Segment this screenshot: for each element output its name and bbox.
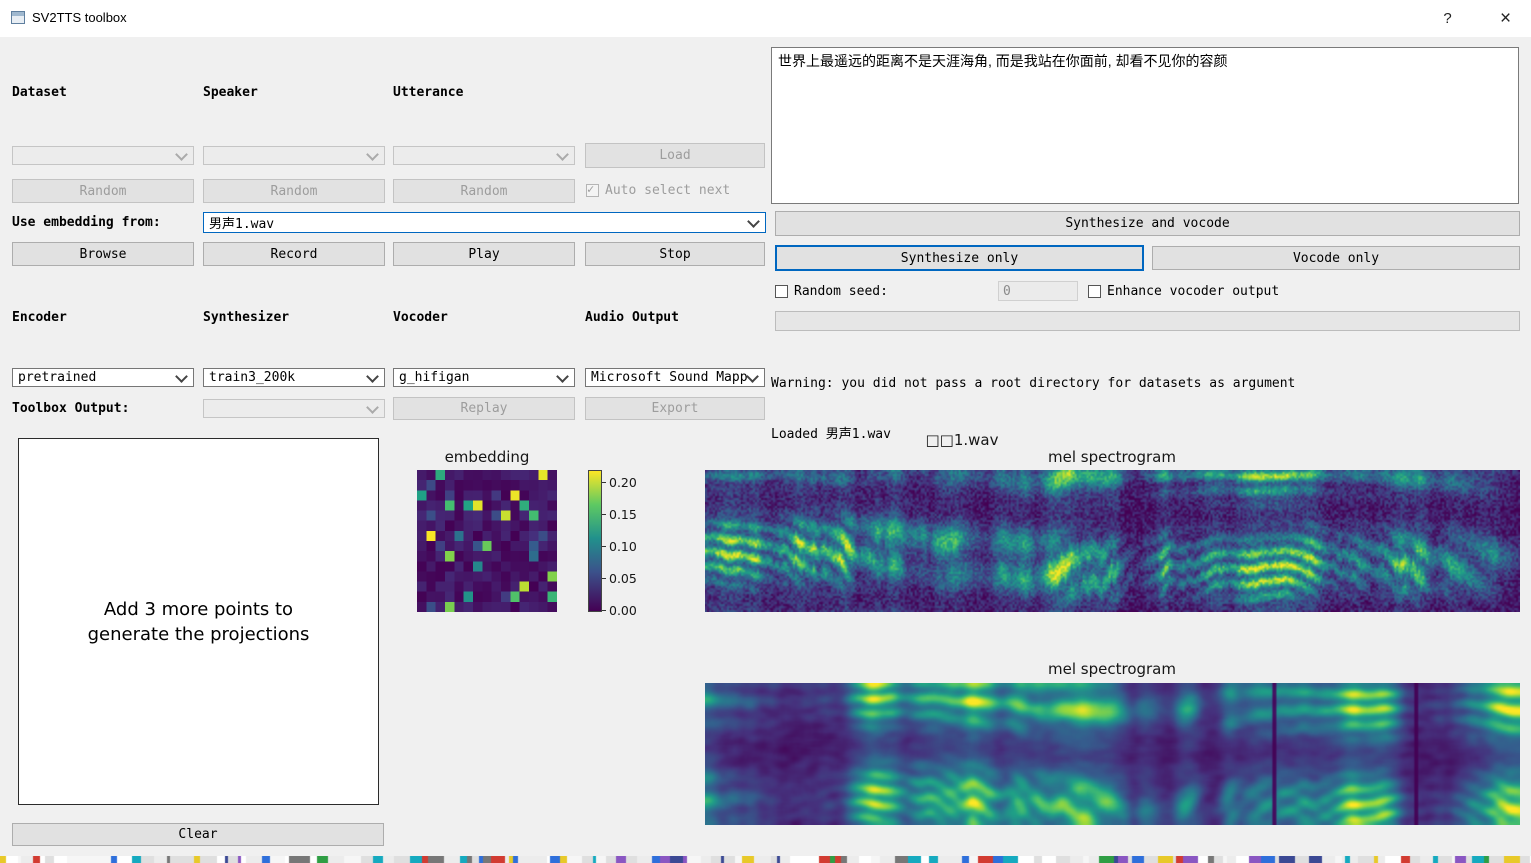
random-utterance-button[interactable]: Random (393, 179, 575, 203)
vocode-only-button[interactable]: Vocode only (1152, 246, 1520, 270)
enhance-vocoder-checkbox[interactable]: Enhance vocoder output (1088, 284, 1279, 299)
app-window: SV2TTS toolbox ? × Dataset Speaker Utter… (0, 0, 1531, 863)
embedding-source-select[interactable]: 男声1.wav (203, 212, 766, 233)
window-title: SV2TTS toolbox (32, 10, 127, 25)
close-button[interactable]: × (1483, 0, 1528, 37)
check-icon: ✓ (587, 182, 594, 196)
checkbox-icon: ✓ (586, 184, 599, 197)
embedding-source-value: 男声1.wav (209, 213, 274, 232)
embedding-heatmap (417, 470, 557, 612)
record-button[interactable]: Record (203, 242, 385, 266)
synthesizer-select-value: train3_200k (209, 370, 295, 385)
chevron-down-icon (556, 370, 569, 383)
utterance-select[interactable] (393, 146, 575, 165)
audio-output-select-value: Microsoft Sound Mapp (591, 370, 748, 385)
checkbox-icon (1088, 285, 1101, 298)
auto-select-checkbox[interactable]: ✓ Auto select next (586, 183, 730, 198)
projections-message: Add 3 more points to generate the projec… (88, 597, 310, 647)
random-seed-checkbox[interactable]: Random seed: (775, 284, 888, 299)
chevron-down-icon (556, 148, 569, 161)
speaker-select[interactable] (203, 146, 385, 165)
seed-input[interactable] (998, 281, 1078, 301)
chevron-down-icon (366, 401, 379, 414)
mel-bottom-title: mel spectrogram (1048, 660, 1176, 678)
stop-button[interactable]: Stop (585, 242, 765, 266)
enhance-vocoder-label: Enhance vocoder output (1107, 284, 1279, 299)
dataset-label: Dataset (12, 85, 67, 100)
speaker-label: Speaker (203, 85, 258, 100)
toolbox-output-label: Toolbox Output: (12, 401, 129, 416)
log-line: Loaded 男声1.wav (771, 426, 1381, 443)
play-button[interactable]: Play (393, 242, 575, 266)
bottom-edge-strip (0, 856, 1531, 863)
colorbar-tick-label: 0.10 (609, 539, 637, 554)
random-dataset-button[interactable]: Random (12, 179, 194, 203)
colorbar-tick (602, 482, 606, 483)
synthesize-and-vocode-button[interactable]: Synthesize and vocode (775, 211, 1520, 236)
audio-output-label: Audio Output (585, 310, 679, 325)
replay-button[interactable]: Replay (393, 397, 575, 420)
embedding-title: embedding (445, 448, 530, 466)
colorbar-tick-label: 0.15 (609, 507, 637, 522)
auto-select-label: Auto select next (605, 183, 730, 198)
encoder-label: Encoder (12, 310, 67, 325)
synthesizer-label: Synthesizer (203, 310, 289, 325)
synthesis-text-input[interactable]: 世界上最遥远的距离不是天涯海角, 而是我站在你面前, 却看不见你的容颜 (771, 47, 1519, 204)
export-button[interactable]: Export (585, 397, 765, 420)
toolbox-output-select[interactable] (203, 399, 385, 418)
checkbox-icon (775, 285, 788, 298)
colorbar (588, 470, 602, 612)
colorbar-tick (602, 514, 606, 515)
encoder-select[interactable]: pretrained (12, 368, 194, 387)
chevron-down-icon (747, 215, 760, 228)
vocoder-select[interactable]: g_hifigan (393, 368, 575, 387)
chevron-down-icon (746, 370, 759, 383)
synthesizer-select[interactable]: train3_200k (203, 368, 385, 387)
projections-panel: Add 3 more points to generate the projec… (18, 438, 379, 805)
mel-spectrogram-bottom (705, 683, 1520, 825)
chevron-down-icon (366, 148, 379, 161)
browse-button[interactable]: Browse (12, 242, 194, 266)
use-embedding-label: Use embedding from: (12, 215, 161, 230)
app-icon (11, 11, 25, 24)
help-button[interactable]: ? (1425, 0, 1470, 37)
vocoder-label: Vocoder (393, 310, 448, 325)
log-line: Warning: you did not pass a root directo… (771, 375, 1381, 392)
progress-bar (775, 311, 1520, 331)
random-speaker-button[interactable]: Random (203, 179, 385, 203)
colorbar-tick-label: 0.00 (609, 603, 637, 618)
dataset-select[interactable] (12, 146, 194, 165)
audio-output-select[interactable]: Microsoft Sound Mapp (585, 368, 765, 387)
utterance-label: Utterance (393, 85, 463, 100)
colorbar-tick (602, 546, 606, 547)
random-seed-label: Random seed: (794, 284, 888, 299)
mel-top-title: mel spectrogram (1048, 448, 1176, 466)
colorbar-tick-label: 0.20 (609, 475, 637, 490)
encoder-select-value: pretrained (18, 370, 96, 385)
chevron-down-icon (175, 148, 188, 161)
chevron-down-icon (175, 370, 188, 383)
clear-button[interactable]: Clear (12, 823, 384, 846)
window-titlebar: SV2TTS toolbox ? × (0, 0, 1531, 37)
chevron-down-icon (366, 370, 379, 383)
colorbar-tick-label: 0.05 (609, 571, 637, 586)
colorbar-tick (602, 578, 606, 579)
colorbar-tick (602, 610, 606, 611)
vocoder-select-value: g_hifigan (399, 370, 469, 385)
wav-title: □□1.wav (926, 431, 999, 449)
mel-spectrogram-top (705, 470, 1520, 612)
load-button[interactable]: Load (585, 143, 765, 168)
synthesize-only-button[interactable]: Synthesize only (775, 245, 1144, 271)
